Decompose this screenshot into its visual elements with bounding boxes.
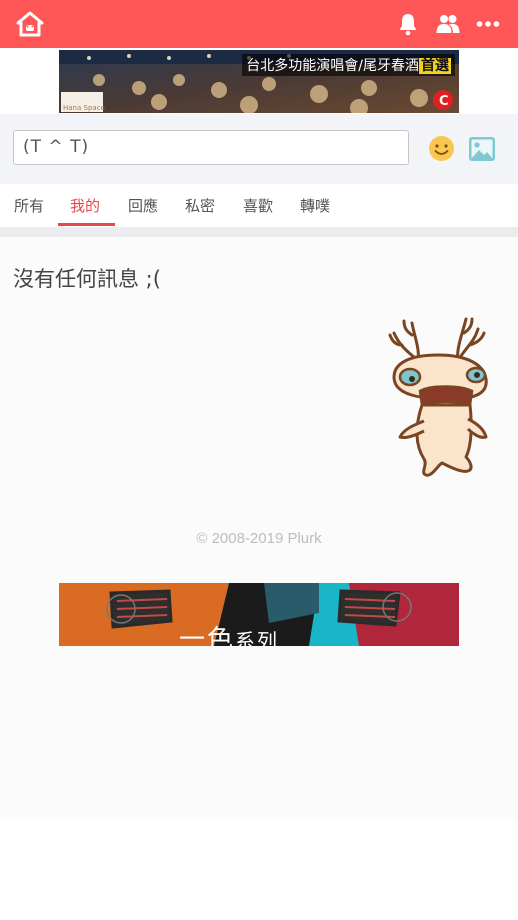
svg-text:C: C xyxy=(439,94,449,109)
plurk-input[interactable]: (T ^ T) xyxy=(13,130,409,165)
ad-bottom-small: 系列 xyxy=(235,629,280,646)
timeline-area: 沒有任何訊息 ;( © 2008-2019 Plurk xyxy=(0,237,518,820)
home-icon[interactable] xyxy=(16,10,44,38)
friends-icon[interactable] xyxy=(436,12,460,36)
active-tab-indicator xyxy=(58,223,115,226)
top-advertisement[interactable]: C 台北多功能演唱會/尾牙春酒 首選 Hana Space xyxy=(59,50,459,113)
empty-message: 沒有任何訊息 ;( xyxy=(13,267,161,291)
tab-likes[interactable]: 喜歡 xyxy=(243,195,273,216)
tab-responses[interactable]: 回應 xyxy=(128,195,158,216)
top-navigation-bar xyxy=(0,0,518,48)
copyright-text: © 2008-2019 Plurk xyxy=(196,530,322,547)
tab-all[interactable]: 所有 xyxy=(14,195,44,216)
image-icon[interactable] xyxy=(467,134,497,164)
tab-replurks[interactable]: 轉噗 xyxy=(300,195,330,216)
tab-mine[interactable]: 我的 xyxy=(70,195,100,216)
ad-headline: 台北多功能演唱會/尾牙春酒 首選 xyxy=(242,54,455,76)
smiley-icon[interactable] xyxy=(428,135,455,162)
ad-headline-text: 台北多功能演唱會/尾牙春酒 xyxy=(246,58,419,74)
filter-tabs: 所有 我的 回應 私密 喜歡 轉噗 xyxy=(0,185,518,227)
plurk-composer: (T ^ T) xyxy=(0,114,518,184)
ad-bottom-title: 一色系列 xyxy=(179,619,279,646)
ad-highlight: 首選 xyxy=(419,58,451,74)
divider xyxy=(0,227,518,237)
ad-venue-label: Hana Space xyxy=(63,104,105,112)
bottom-advertisement[interactable]: 一色系列 xyxy=(59,583,459,646)
ad-bottom-text: 一色 xyxy=(179,625,236,646)
more-icon[interactable] xyxy=(476,12,500,36)
tab-private[interactable]: 私密 xyxy=(185,195,215,216)
plurk-mascot-icon xyxy=(388,317,488,477)
bell-icon[interactable] xyxy=(396,12,420,36)
